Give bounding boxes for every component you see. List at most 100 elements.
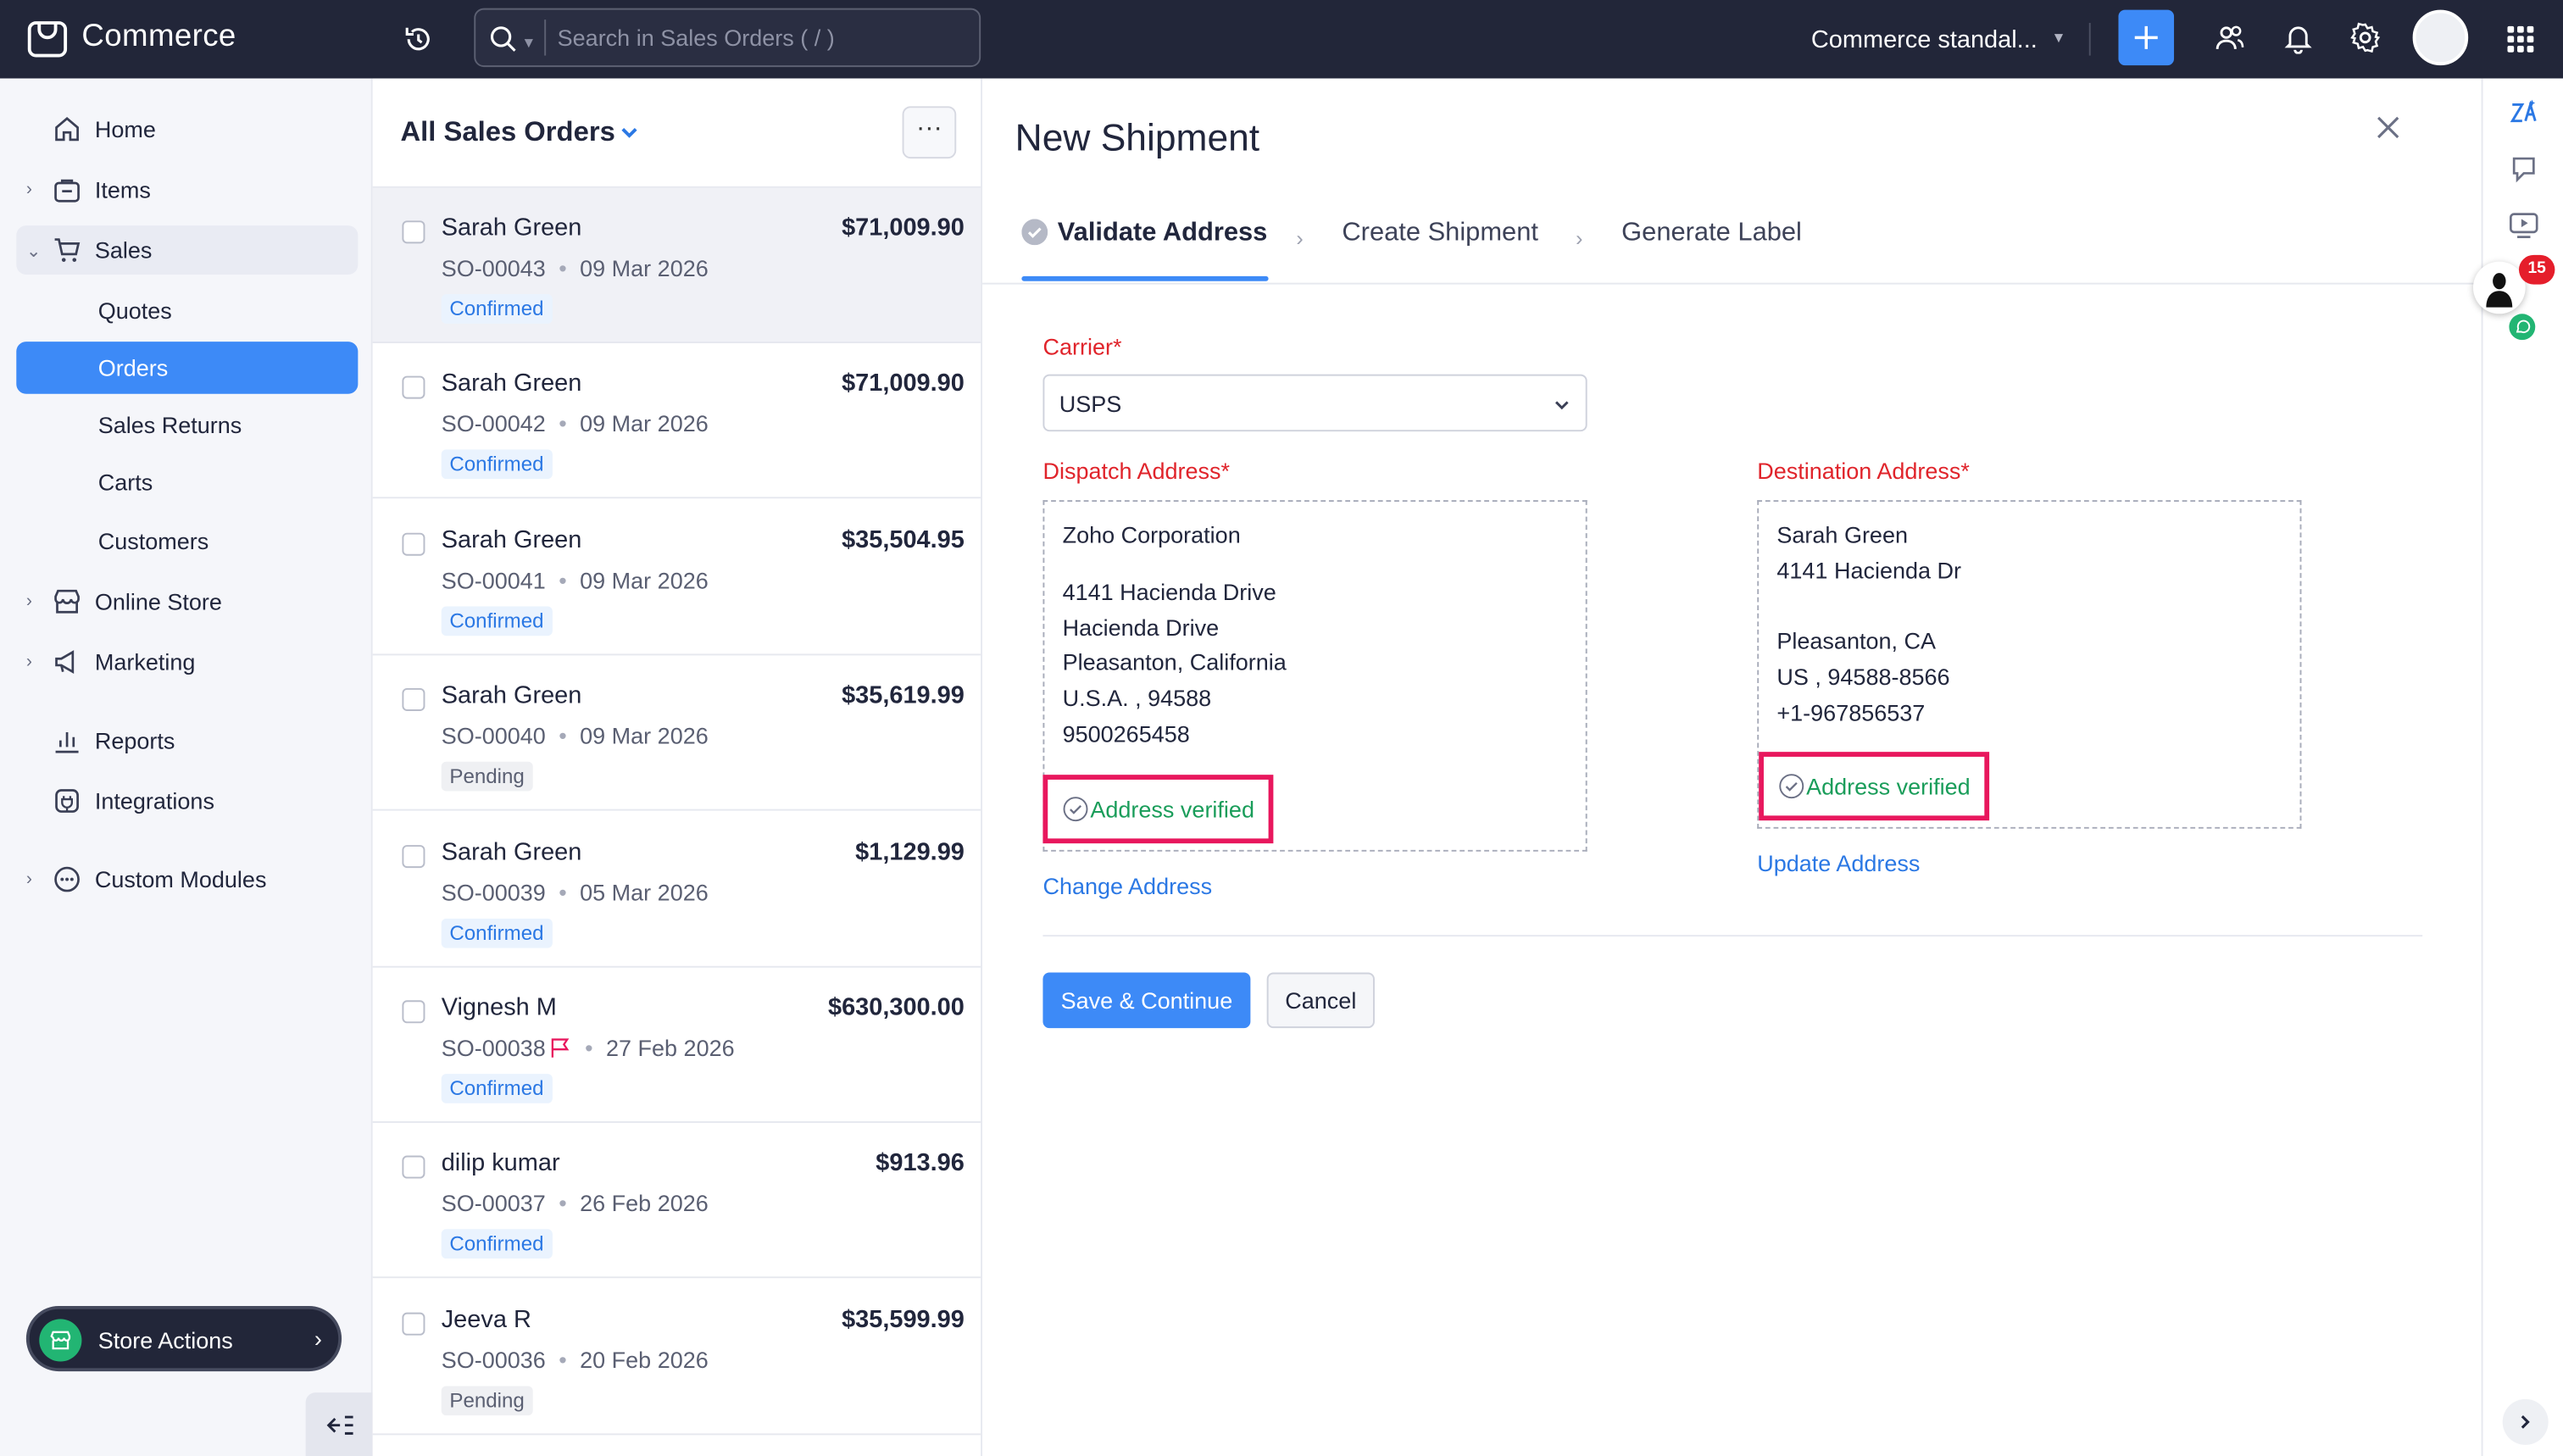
order-number: SO-00039: [441, 878, 546, 905]
users-icon[interactable]: [2213, 21, 2246, 54]
sidebar: Home › Items ⌄ Sales Quotes Orders Sales…: [0, 78, 373, 1456]
gear-icon[interactable]: [2349, 21, 2382, 54]
row-checkbox[interactable]: [402, 1000, 425, 1024]
cancel-button[interactable]: Cancel: [1266, 972, 1375, 1029]
step-validate-address[interactable]: Validate Address: [1058, 219, 1268, 248]
chevron-right-icon[interactable]: ›: [26, 592, 32, 611]
close-icon[interactable]: [2373, 113, 2403, 142]
sidebar-item-label: Custom Modules: [94, 866, 267, 893]
step-create-shipment[interactable]: Create Shipment: [1342, 219, 1538, 248]
search-scope-chevron-icon[interactable]: ▼: [521, 35, 536, 51]
video-icon[interactable]: [2507, 209, 2540, 242]
sidebar-item-orders[interactable]: Orders: [16, 342, 359, 394]
separator-dot: •: [559, 410, 567, 437]
chevron-down-icon[interactable]: [620, 123, 639, 142]
order-date: 27 Feb 2026: [605, 1034, 735, 1061]
global-search[interactable]: ▼: [474, 8, 981, 68]
sidebar-item-customers[interactable]: Customers: [16, 516, 358, 565]
sidebar-item-items[interactable]: › Items: [16, 165, 358, 214]
search-divider: [544, 19, 547, 56]
dispatch-address-lines: 4141 Hacienda Drive Hacienda Drive Pleas…: [1062, 578, 1287, 747]
chevron-down-icon: [1553, 396, 1571, 414]
order-amount: $1,129.99: [855, 837, 965, 866]
row-checkbox[interactable]: [402, 688, 425, 712]
save-and-continue-button[interactable]: Save & Continue: [1042, 972, 1251, 1029]
collapse-sidebar-button[interactable]: [305, 1392, 373, 1456]
status-badge: Pending: [441, 1386, 533, 1415]
store-actions-button[interactable]: Store Actions ›: [25, 1305, 342, 1372]
brand-name: Commerce: [81, 19, 236, 54]
row-checkbox[interactable]: [402, 1312, 425, 1336]
zia-icon[interactable]: [2507, 98, 2540, 131]
check-circle-icon: [1779, 774, 1804, 799]
order-row[interactable]: Sarah Green $35,504.95 SO-00041 • 09 Mar 202…: [372, 500, 981, 655]
quick-create-button[interactable]: [2118, 9, 2175, 66]
sidebar-item-integrations[interactable]: Integrations: [16, 776, 358, 825]
order-row[interactable]: dilip kumar $913.96 SO-00037 • 26 Feb 2026 Co…: [372, 1124, 981, 1279]
customer-name: Sarah Green: [441, 214, 582, 242]
app-grid-icon[interactable]: [2506, 25, 2536, 54]
sidebar-item-sales-returns[interactable]: Sales Returns: [16, 401, 358, 450]
carrier-select[interactable]: USPS: [1042, 374, 1587, 432]
sidebar-item-quotes[interactable]: Quotes: [16, 286, 358, 336]
dispatch-address-label: Dispatch Address*: [1042, 458, 1231, 484]
brand[interactable]: Commerce: [26, 16, 236, 58]
sidebar-item-sales[interactable]: ⌄ Sales: [16, 225, 359, 275]
sidebar-item-custom-modules[interactable]: › Custom Modules: [16, 855, 358, 904]
list-view-title[interactable]: All Sales Orders: [401, 116, 615, 149]
order-row[interactable]: Vignesh M $630,300.00 SO-00038 • 27 Feb 2026…: [372, 968, 981, 1123]
chevron-down-icon[interactable]: ⌄: [26, 241, 42, 261]
order-row[interactable]: Sarah Green $71,009.90 SO-00043 • 09 Mar 202…: [372, 187, 981, 344]
sidebar-item-carts[interactable]: Carts: [16, 458, 358, 507]
topbar-divider: [2088, 23, 2091, 56]
chevron-right-icon[interactable]: ›: [26, 870, 32, 889]
change-address-link[interactable]: Change Address: [1042, 873, 1212, 899]
user-avatar[interactable]: [2412, 9, 2469, 66]
order-row[interactable]: Sarah Green $35,619.99 SO-00040 • 09 Mar 202…: [372, 656, 981, 811]
order-row[interactable]: Sarah Green $1,129.99 SO-00039 • 05 Mar 2026…: [372, 812, 981, 967]
home-icon: [53, 114, 82, 144]
order-meta: SO-00041 • 09 Mar 2026: [442, 567, 709, 593]
chat-assistant-avatar[interactable]: [2472, 261, 2526, 314]
recent-history-icon[interactable]: [402, 23, 435, 56]
order-amount: $71,009.90: [842, 370, 965, 398]
row-checkbox[interactable]: [402, 532, 425, 556]
commerce-logo-icon: [26, 16, 69, 58]
org-switcher[interactable]: Commerce standal...: [1811, 26, 2038, 54]
plus-icon: [2134, 25, 2158, 49]
bell-icon[interactable]: [2282, 21, 2315, 54]
org-chevron-down-icon[interactable]: ▼: [2051, 30, 2065, 46]
chevron-right-icon[interactable]: ›: [26, 180, 32, 199]
carrier-label: Carrier*: [1042, 333, 1122, 360]
order-meta: SO-00037 • 26 Feb 2026: [442, 1191, 709, 1217]
items-bag-icon: [53, 175, 82, 204]
chevron-right-icon[interactable]: ›: [26, 653, 32, 672]
sidebar-item-online-store[interactable]: › Online Store: [16, 577, 358, 626]
feedback-icon[interactable]: [2507, 153, 2540, 186]
row-checkbox[interactable]: [402, 376, 425, 400]
row-checkbox[interactable]: [402, 1156, 425, 1180]
order-date: 09 Mar 2026: [580, 254, 709, 281]
sidebar-item-marketing[interactable]: › Marketing: [16, 637, 358, 686]
verified-text: Address verified: [1090, 796, 1254, 823]
step-generate-label[interactable]: Generate Label: [1621, 219, 1802, 248]
expand-panel-button[interactable]: [2502, 1398, 2549, 1445]
store-icon: [39, 1319, 82, 1362]
search-icon[interactable]: [489, 25, 519, 54]
row-checkbox[interactable]: [402, 844, 425, 868]
order-amount: $35,619.99: [842, 681, 965, 710]
order-row[interactable]: Sarah Green $71,009.90 SO-00042 • 09 Mar 202…: [372, 344, 981, 499]
order-number: SO-00036: [441, 1346, 546, 1373]
more-options-button[interactable]: ···: [902, 106, 957, 159]
update-address-link[interactable]: Update Address: [1757, 850, 1920, 876]
destination-address-label: Destination Address*: [1757, 458, 1970, 484]
row-checkbox[interactable]: [402, 220, 425, 244]
sidebar-item-reports[interactable]: Reports: [16, 716, 358, 765]
search-input[interactable]: [557, 19, 966, 56]
whatsapp-icon[interactable]: [2509, 314, 2536, 341]
order-row[interactable]: Jeeva R $35,599.99 SO-00036 • 20 Feb 2026 Pen…: [372, 1280, 981, 1435]
sidebar-item-home[interactable]: Home: [16, 104, 358, 153]
order-meta: SO-00038 • 27 Feb 2026: [442, 1035, 735, 1061]
megaphone-icon: [53, 647, 82, 677]
carrier-value: USPS: [1059, 390, 1122, 417]
